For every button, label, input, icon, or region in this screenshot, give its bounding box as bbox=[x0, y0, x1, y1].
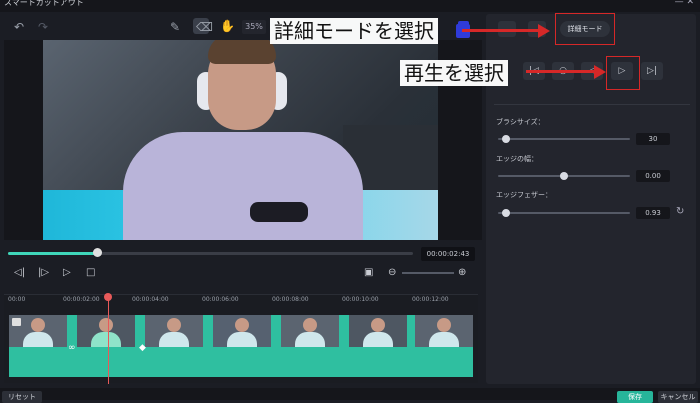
progress-fill bbox=[8, 252, 98, 255]
annotation-select-play: 再生を選択 bbox=[400, 60, 508, 86]
edge-width-handle[interactable] bbox=[560, 172, 568, 180]
timeline-ruler: 00:00 00:00:02:00 00:00:04:00 00:00:06:0… bbox=[8, 296, 478, 306]
arrow-head-icon bbox=[538, 24, 550, 38]
title-bar bbox=[0, 0, 700, 12]
edge-feather-label: エッジフェザー： bbox=[496, 191, 552, 199]
annotation-select-mode: 詳細モードを選択 bbox=[270, 18, 438, 44]
progress-handle[interactable] bbox=[93, 248, 103, 257]
clip-thumbnail bbox=[77, 315, 135, 347]
edge-feather-value[interactable]: 0.93 bbox=[636, 207, 670, 219]
hand-icon[interactable]: ✋ bbox=[220, 18, 235, 34]
save-button[interactable]: 保存 bbox=[617, 391, 653, 403]
playhead-handle[interactable] bbox=[104, 293, 112, 301]
zoom-in-icon[interactable]: ⊕ bbox=[458, 267, 466, 279]
brush-size-handle[interactable] bbox=[501, 135, 510, 143]
footer-bar bbox=[0, 388, 700, 400]
cancel-button[interactable]: キャンセル bbox=[658, 391, 698, 403]
highlight-box-play bbox=[606, 56, 640, 90]
redo-icon[interactable]: ↷ bbox=[38, 19, 48, 35]
tick-label: 00:00:12:00 bbox=[412, 296, 449, 303]
reset-icon[interactable]: ↻ bbox=[676, 206, 684, 217]
window-controls[interactable]: — ✕ bbox=[675, 0, 694, 7]
tick-label: 00:00 bbox=[8, 296, 26, 303]
highlight-box-mode bbox=[555, 13, 615, 45]
fit-screen-icon[interactable]: ▣ bbox=[364, 267, 373, 279]
brush-size-label: ブラシサイズ： bbox=[496, 118, 545, 126]
brush-size-slider[interactable] bbox=[498, 138, 630, 140]
next-keyframe-button[interactable]: ▷| bbox=[641, 62, 663, 80]
eraser-tool-button[interactable]: ⌫ bbox=[193, 18, 213, 34]
divider bbox=[494, 104, 690, 105]
next-icon: ▷| bbox=[647, 66, 657, 76]
edge-feather-handle[interactable] bbox=[501, 209, 510, 217]
next-frame-icon[interactable]: |▷ bbox=[38, 267, 49, 279]
annotation-arrow-mode bbox=[462, 29, 540, 32]
person-body bbox=[123, 132, 363, 240]
undo-icon[interactable]: ↶ bbox=[14, 19, 24, 35]
tick-label: 00:00:04:00 bbox=[132, 296, 169, 303]
eraser-icon: ⌫ bbox=[196, 20, 213, 34]
zoom-level[interactable]: 35% bbox=[242, 20, 266, 34]
video-preview[interactable] bbox=[43, 40, 438, 240]
pen-icon[interactable]: ✎ bbox=[170, 19, 180, 35]
link-icon: ∞ bbox=[68, 343, 76, 353]
clip-thumbnail bbox=[145, 315, 203, 347]
game-controller bbox=[250, 202, 308, 222]
clip-thumbnail bbox=[281, 315, 339, 347]
reset-button[interactable]: リセット bbox=[2, 391, 42, 403]
annotation-arrow-play bbox=[526, 70, 596, 73]
brush-size-value[interactable]: 30 bbox=[636, 133, 670, 145]
window-title: スマートカットアウト bbox=[4, 0, 84, 7]
clip-thumbnail bbox=[349, 315, 407, 347]
clip-thumbnail bbox=[213, 315, 271, 347]
arrow-head-icon bbox=[594, 65, 606, 79]
edge-width-label: エッジの幅： bbox=[496, 155, 538, 163]
tick-label: 00:00:08:00 bbox=[272, 296, 309, 303]
tick-label: 00:00:02:00 bbox=[63, 296, 100, 303]
edge-width-value[interactable]: 0.00 bbox=[636, 170, 670, 182]
edge-feather-slider[interactable] bbox=[498, 212, 630, 214]
current-time: 00:00:02:43 bbox=[421, 247, 475, 261]
keyframe-icon[interactable]: ◆ bbox=[139, 343, 146, 353]
tick-label: 00:00:10:00 bbox=[342, 296, 379, 303]
person-hair bbox=[208, 40, 276, 64]
play-icon[interactable]: ▷ bbox=[63, 267, 71, 279]
zoom-slider[interactable] bbox=[402, 272, 454, 274]
stop-icon[interactable]: □ bbox=[86, 267, 95, 279]
playhead[interactable] bbox=[108, 296, 109, 384]
clip-icon bbox=[12, 318, 21, 326]
tick-label: 00:00:06:00 bbox=[202, 296, 239, 303]
clip-thumbnail bbox=[415, 315, 473, 347]
zoom-out-icon[interactable]: ⊖ bbox=[388, 267, 396, 279]
prev-frame-icon[interactable]: ◁| bbox=[14, 267, 25, 279]
